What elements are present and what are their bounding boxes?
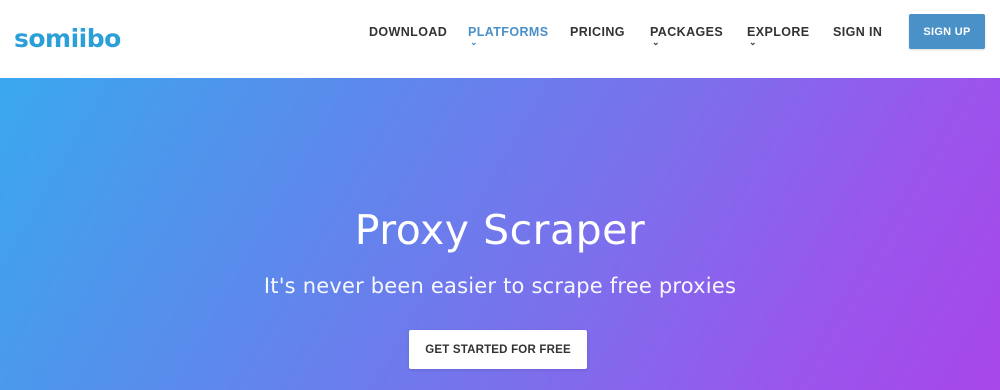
nav-download-label: DOWNLOAD <box>369 25 448 39</box>
signup-button[interactable]: SIGN UP <box>909 14 985 49</box>
nav-pricing[interactable]: PRICING <box>570 25 625 39</box>
chevron-down-icon: ⌄ <box>652 37 660 47</box>
nav-signin[interactable]: SIGN IN <box>833 25 882 39</box>
chevron-down-icon: ⌄ <box>470 37 478 47</box>
nav-pricing-label: PRICING <box>570 25 625 39</box>
chevron-down-icon: ⌄ <box>749 37 757 47</box>
nav-signin-label: SIGN IN <box>833 25 883 39</box>
get-started-button[interactable]: GET STARTED FOR FREE <box>409 330 587 369</box>
hero-section: Proxy Scraper It's never been easier to … <box>0 78 1000 390</box>
hero-subtitle: It's never been easier to scrape free pr… <box>263 274 737 298</box>
hero-title: Proxy Scraper <box>354 206 646 254</box>
site-header: somiibo DOWNLOAD PLATFORMS ⌄ PRICING PAC… <box>0 0 1000 78</box>
nav-packages[interactable]: PACKAGES ⌄ <box>650 25 724 47</box>
nav-download[interactable]: DOWNLOAD <box>369 25 447 39</box>
nav-platforms[interactable]: PLATFORMS ⌄ <box>468 25 549 47</box>
nav-explore[interactable]: EXPLORE ⌄ <box>747 25 810 47</box>
main-nav: DOWNLOAD PLATFORMS ⌄ PRICING PACKAGES ⌄ … <box>0 0 1000 78</box>
nav-packages-label: PACKAGES <box>650 25 724 39</box>
nav-platforms-label: PLATFORMS <box>468 25 549 39</box>
